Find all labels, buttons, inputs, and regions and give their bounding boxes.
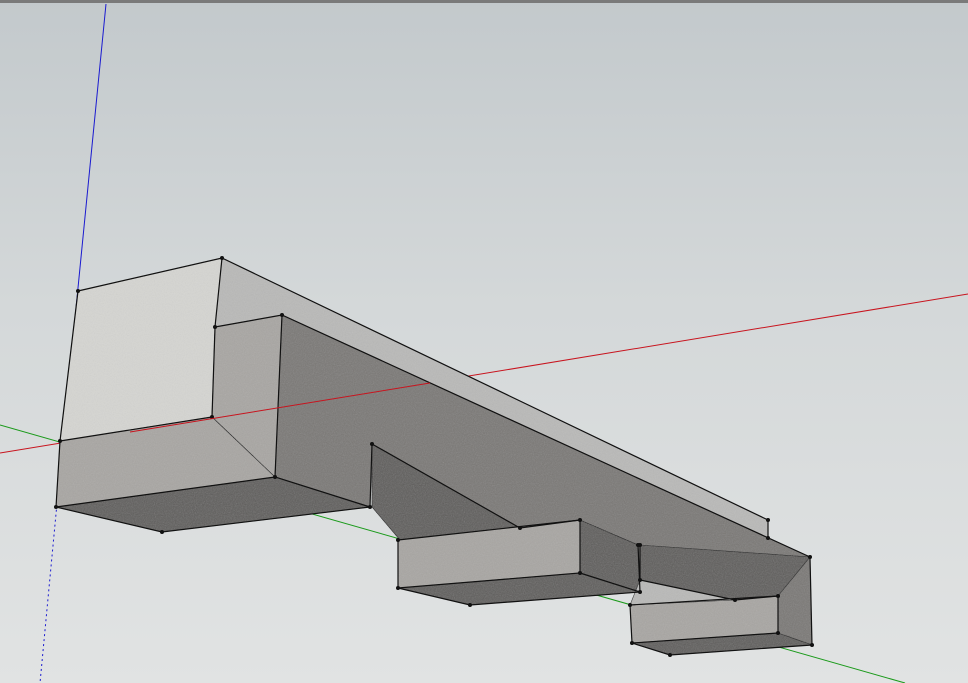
vertex-point: [776, 631, 780, 635]
vertex-point: [638, 590, 642, 594]
vertex-point: [733, 598, 737, 602]
vertex-point: [776, 594, 780, 598]
vertex-point: [628, 603, 632, 607]
vertex-point: [370, 442, 374, 446]
vertex-point: [396, 586, 400, 590]
beam-model[interactable]: [55, 257, 813, 656]
vertex-point: [630, 641, 634, 645]
beam-end-face-upper[interactable]: [59, 257, 223, 442]
vertex-point: [220, 256, 224, 260]
vertex-point: [808, 555, 812, 559]
vertex-point: [396, 538, 400, 542]
3d-scene[interactable]: [0, 0, 968, 683]
vertex-point: [160, 530, 164, 534]
vertex-point: [76, 289, 80, 293]
vertex-point: [468, 603, 472, 607]
vertex-point: [638, 543, 642, 547]
vertex-point: [578, 518, 582, 522]
vertex-point: [766, 518, 770, 522]
vertex-point: [766, 536, 770, 540]
vertex-point: [273, 475, 277, 479]
vertex-point: [213, 325, 217, 329]
vertex-point: [518, 526, 522, 530]
modeling-viewport[interactable]: [0, 0, 968, 683]
vertex-point: [58, 439, 62, 443]
vertex-point: [368, 505, 372, 509]
vertex-point: [280, 313, 284, 317]
vertex-point: [578, 571, 582, 575]
vertex-point: [668, 653, 672, 657]
vertex-point: [54, 505, 58, 509]
vertex-point: [810, 643, 814, 647]
vertex-point: [638, 578, 642, 582]
